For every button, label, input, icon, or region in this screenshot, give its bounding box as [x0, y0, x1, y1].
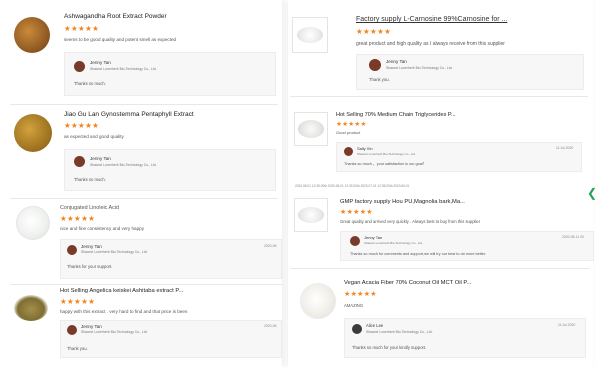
reply-date: 2020-06	[264, 324, 277, 328]
divider	[10, 284, 282, 285]
product-title[interactable]: Hot Selling 70% Medium Chain Triglycerid…	[336, 112, 456, 118]
product-image[interactable]	[300, 283, 336, 319]
reply-date: 11.Jul.2020	[558, 323, 576, 327]
reply-company: Shaanxi Lonerherb Bio-Technology Co., Lt…	[81, 250, 148, 254]
divider	[10, 104, 278, 105]
reply-name: Jenny Tan	[90, 156, 111, 161]
reply-company: Shaanxi Lonerherb Bio-Technology Co., Lt…	[386, 66, 453, 70]
reply-company: Shaanxi Lonerherb Bio-Technology Co., Lt…	[81, 330, 148, 334]
rating-stars: ★★★★★	[64, 121, 100, 130]
product-image[interactable]	[14, 114, 52, 152]
divider	[290, 96, 588, 97]
powder-icon	[298, 120, 324, 138]
seller-reply	[64, 52, 276, 96]
reply-name: Jenny Tan	[364, 235, 383, 240]
product-title[interactable]: Factory supply L-Carnosine 99%Carnosine …	[356, 16, 507, 23]
rating-stars: ★★★★★	[356, 27, 392, 36]
rating-stars: ★★★★★	[344, 291, 377, 298]
reply-name: Jenny Tan	[90, 60, 111, 65]
rating-stars: ★★★★★	[60, 214, 96, 223]
reply-name: Sally Xin	[357, 146, 373, 151]
rating-stars: ★★★★★	[340, 209, 373, 216]
reply-message: Thank you.	[67, 346, 88, 351]
reply-message: Thanks for your support.	[67, 264, 113, 269]
reply-message: Thanks so much for your kindly support.	[352, 345, 427, 350]
avatar	[352, 324, 362, 334]
reply-date: 11.Jul.2020	[556, 146, 574, 150]
avatar	[74, 156, 85, 167]
reply-company: Shaanxi Lonerherb Bio-Technology Co., Lt…	[90, 67, 157, 71]
reply-name: Jenny Tan	[81, 244, 102, 249]
reply-message: Thanks so much ，your satisfaction is our…	[344, 162, 427, 166]
reply-name: Jenny Tan	[386, 59, 407, 64]
reply-name: Jenny Tan	[81, 324, 102, 329]
reply-company: Shaanxi Lonerherb Bio-Technology Co., Lt…	[366, 330, 433, 334]
product-image[interactable]	[14, 17, 50, 53]
reply-message: Thanks so much.	[74, 81, 106, 86]
product-title[interactable]: GMP factory supply Hou PU,Magnolia bark,…	[340, 199, 465, 205]
rating-stars: ★★★★★	[336, 121, 367, 128]
product-image[interactable]	[14, 295, 48, 321]
avatar	[67, 245, 77, 255]
product-image[interactable]	[16, 206, 50, 240]
powder-icon	[297, 27, 323, 43]
avatar	[344, 147, 353, 156]
avatar	[74, 61, 85, 72]
review-comment: AMAZING	[344, 303, 364, 308]
reply-company: Shaanxi Lonerherb Bio-Technology Co., Lt…	[90, 163, 157, 167]
product-title[interactable]: Jiao Gu Lan Gynostemma Pentaphyll Extrac…	[64, 111, 194, 118]
rating-stars: ★★★★★	[64, 24, 100, 33]
reply-name: Alice Lee	[366, 323, 384, 328]
product-title[interactable]: Hot Selling Angelica keiskei Ashitaba ex…	[60, 288, 183, 294]
product-image[interactable]	[292, 17, 328, 53]
product-title[interactable]: Vegan Acacia Fiber 70% Coconut Oil MCT O…	[344, 280, 471, 286]
scroll-arrow-icon[interactable]: ❮	[587, 186, 597, 200]
review-comment: great product and high quality as I alwa…	[356, 41, 505, 47]
rating-stars: ★★★★★	[60, 297, 96, 306]
reply-message: Thanks so much.	[74, 177, 106, 182]
reply-message: Thanks so much for comments and support,…	[350, 252, 487, 256]
review-comment: as expected and good quality	[64, 134, 124, 139]
reply-date: 2020-06	[264, 244, 277, 248]
powder-icon	[298, 207, 324, 223]
review-comment: nice and fine consistency and very happy	[60, 226, 145, 231]
divider	[10, 198, 278, 199]
timestamp-strip: 2020.08.01 12:35:20th 2020.06.01 12:35:2…	[295, 184, 410, 188]
avatar	[350, 236, 360, 246]
seller-reply	[336, 142, 582, 172]
product-title[interactable]: Conjugated Linoleic Acid	[60, 205, 119, 211]
review-comment: Good product	[336, 130, 361, 135]
review-comment: Great quality and arrived very quickly .…	[340, 219, 481, 224]
product-image[interactable]	[294, 198, 328, 232]
reply-company: Shaanxi Lonerherb Bio-Technology Co., Lt…	[364, 241, 423, 245]
review-comment: happy with this extract . very hard to f…	[60, 309, 188, 314]
divider	[290, 268, 590, 269]
reply-date: 2020-08-11 00	[562, 235, 584, 239]
product-title[interactable]: Ashwagandha Root Extract Powder	[64, 13, 167, 20]
product-image[interactable]	[294, 112, 328, 146]
avatar	[369, 59, 381, 71]
reply-company: Shaanxi Lonerherb Bio-Technology Co., Lt…	[357, 152, 416, 156]
review-comment: seems to be good quality and potent smel…	[64, 37, 177, 42]
reply-message: Thank you.	[369, 77, 390, 82]
avatar	[67, 325, 77, 335]
